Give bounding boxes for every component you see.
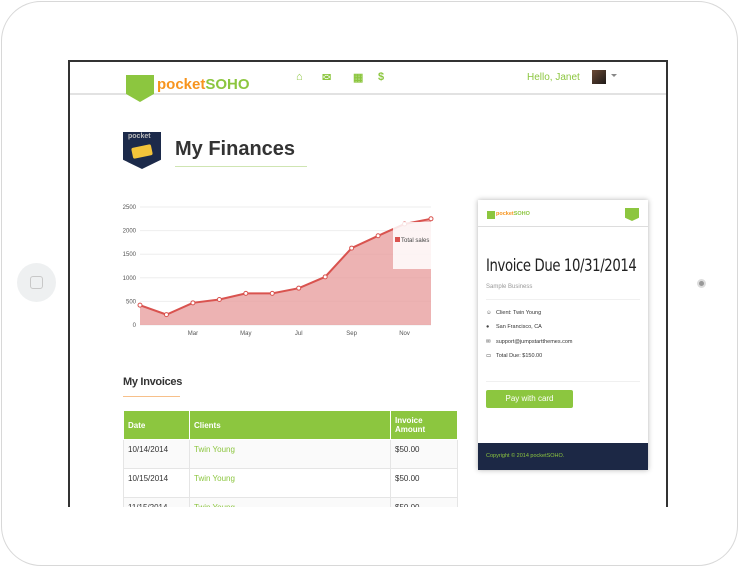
data-point xyxy=(137,302,143,308)
invoices-table: Date Clients Invoice Amount 10/14/2014 Tw… xyxy=(123,410,458,507)
envelope-icon: ✉ xyxy=(486,339,491,345)
calendar-icon[interactable]: ▦ xyxy=(353,71,363,84)
col-clients: Clients xyxy=(189,410,391,440)
legend-swatch xyxy=(395,237,400,242)
data-point xyxy=(322,274,328,280)
detail-client: ☺ Client: Twin Young xyxy=(486,310,542,316)
home-icon[interactable]: ⌂ xyxy=(296,71,303,83)
table-row[interactable]: 10/15/2014 Twin Young $50.00 xyxy=(123,468,458,498)
invoice-title: Invoice Due 10/31/2014 xyxy=(486,256,637,276)
y-tick-label: 2500 xyxy=(123,205,137,211)
y-tick-label: 1500 xyxy=(123,252,137,258)
table-row[interactable]: 10/14/2014 Twin Young $50.00 xyxy=(123,439,458,469)
client-link[interactable]: Twin Young xyxy=(189,468,391,498)
invoices-title: My Invoices xyxy=(123,376,183,388)
pocket-badge-icon: pocket xyxy=(123,132,161,169)
data-point xyxy=(296,285,302,291)
data-point xyxy=(375,233,381,239)
divider xyxy=(486,381,640,382)
home-button[interactable] xyxy=(17,263,56,302)
title-underline xyxy=(175,166,307,167)
credit-card-icon: ▭ xyxy=(486,353,492,359)
legend-label: Total sales xyxy=(401,238,429,244)
logo[interactable]: pocketSOHO xyxy=(157,76,250,93)
col-date: Date xyxy=(123,410,190,440)
home-square-icon xyxy=(30,276,43,289)
detail-location: ● San Francisco, CA xyxy=(486,324,542,330)
sales-area xyxy=(140,218,431,325)
y-tick-label: 0 xyxy=(133,323,137,329)
pay-with-card-button[interactable]: Pay with card xyxy=(486,390,573,408)
x-tick-label: Jul xyxy=(295,331,303,337)
data-point xyxy=(216,297,222,303)
business-name: Sample Business xyxy=(486,284,533,290)
x-tick-label: May xyxy=(240,331,251,337)
page-title: My Finances xyxy=(175,138,296,160)
chevron-down-icon[interactable] xyxy=(611,74,617,80)
detail-email: ✉ support@jumpstartthemes.com xyxy=(486,339,573,345)
data-point xyxy=(349,245,355,251)
logo-shield-icon xyxy=(487,211,495,219)
data-point xyxy=(163,312,169,318)
phone-logo[interactable]: pocketSOHO xyxy=(496,211,530,217)
greeting: Hello, Janet xyxy=(527,72,580,83)
x-tick-label: Nov xyxy=(399,331,410,337)
map-pin-icon: ● xyxy=(486,324,490,330)
screen: pocketSOHO ⌂ ✉ ▦ $ Hello, Janet pocket M… xyxy=(68,60,668,507)
data-point xyxy=(428,216,434,222)
divider xyxy=(486,299,640,300)
col-amount: Invoice Amount xyxy=(390,410,458,440)
table-header: Date Clients Invoice Amount xyxy=(123,410,458,440)
envelope-icon[interactable]: ✉ xyxy=(322,71,331,84)
sales-chart: 0 500 1000 1500 2000 2500 Mar May Jul Sep Nov Total… xyxy=(123,205,434,337)
x-tick-label: Sep xyxy=(346,331,357,337)
y-tick-label: 1000 xyxy=(123,276,137,282)
user-icon: ☺ xyxy=(486,310,492,316)
detail-total: ▭ Total Due: $150.00 xyxy=(486,353,543,359)
data-point xyxy=(243,290,249,296)
dollar-icon[interactable]: $ xyxy=(378,71,384,83)
phone-navbar: pocketSOHO xyxy=(478,200,648,227)
client-link[interactable]: Twin Young xyxy=(189,497,391,507)
logo-shield-icon xyxy=(126,75,154,102)
camera-icon xyxy=(697,279,706,288)
navbar: pocketSOHO ⌂ ✉ ▦ $ Hello, Janet xyxy=(70,62,666,102)
y-tick-label: 500 xyxy=(126,299,137,305)
phone-invoice-preview: pocketSOHO Invoice Due 10/31/2014 Sample… xyxy=(478,200,648,470)
y-tick-label: 2000 xyxy=(123,229,137,235)
data-point xyxy=(190,300,196,306)
invoices-underline xyxy=(123,396,180,397)
legend-box xyxy=(393,222,431,269)
client-link[interactable]: Twin Young xyxy=(189,439,391,469)
data-point xyxy=(269,290,275,296)
x-tick-label: Mar xyxy=(188,331,198,337)
avatar[interactable] xyxy=(592,70,606,84)
menu-icon[interactable] xyxy=(625,208,639,221)
footer: Copyright © 2014 pocketSOHO. xyxy=(478,443,648,470)
table-row[interactable]: 11/15/2014Twin Young$50.00 xyxy=(123,497,458,507)
